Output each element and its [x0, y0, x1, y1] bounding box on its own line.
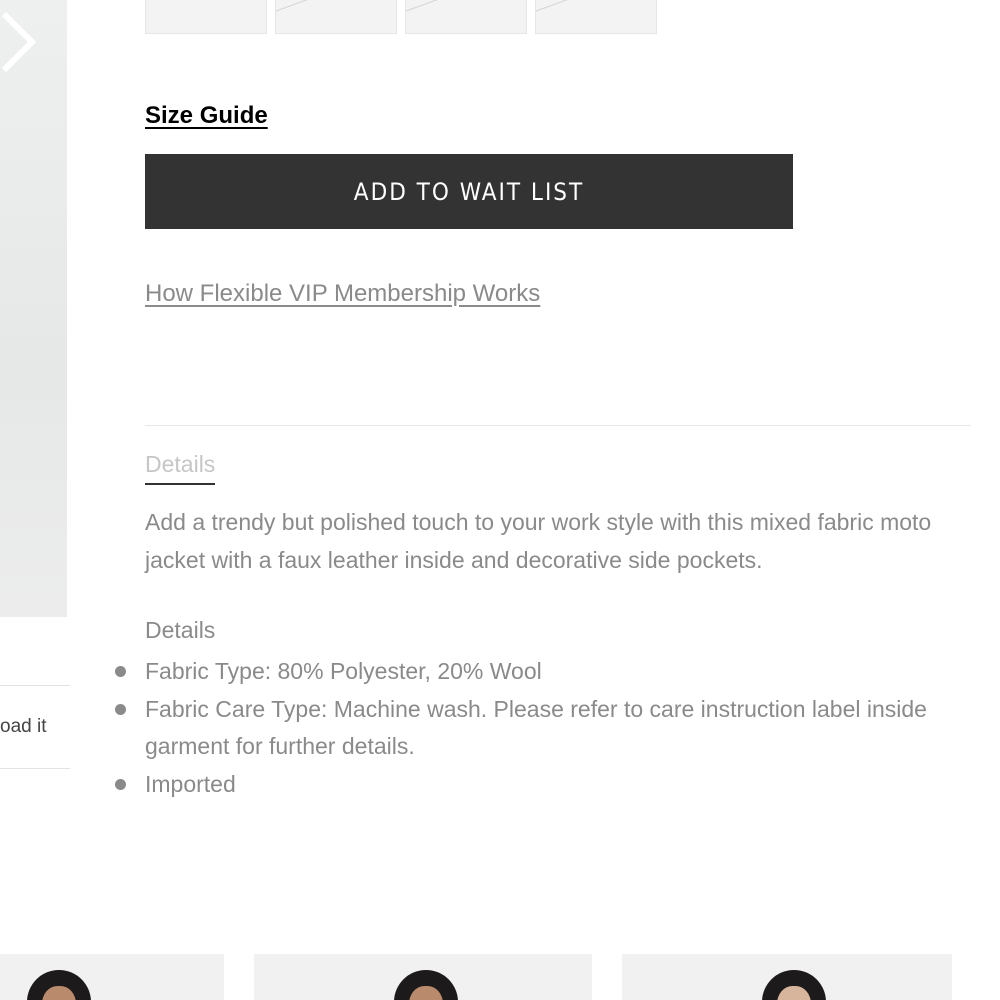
chevron-right-icon[interactable]	[0, 6, 44, 78]
size-swatch-unavailable[interactable]	[275, 0, 397, 34]
detail-text: Fabric Care Type: Machine wash. Please r…	[145, 695, 927, 760]
list-item: Fabric Care Type: Machine wash. Please r…	[115, 691, 965, 766]
left-panel-text: oad it	[0, 716, 47, 737]
bullet-icon	[115, 703, 126, 715]
bullet-icon	[115, 666, 126, 677]
divider	[0, 685, 70, 686]
add-to-wait-list-button[interactable]: ADD TO WAIT LIST	[145, 154, 793, 229]
size-swatches	[145, 0, 657, 34]
recommended-product-thumbnail[interactable]	[0, 954, 224, 1000]
vip-membership-link[interactable]: How Flexible VIP Membership Works	[145, 280, 540, 308]
product-description: Add a trendy but polished touch to your …	[145, 509, 932, 573]
divider	[0, 768, 70, 769]
list-item: Imported	[115, 766, 965, 804]
bullet-icon	[115, 778, 126, 790]
size-swatch-unavailable[interactable]	[405, 0, 527, 34]
section-divider	[145, 425, 971, 426]
size-guide-link[interactable]: Size Guide	[145, 102, 268, 130]
product-page: oad it Size Guide ADD TO WAIT LIST How F…	[0, 0, 1000, 1000]
tab-details[interactable]: Details	[145, 451, 216, 485]
product-image[interactable]	[0, 0, 67, 617]
list-item: Fabric Type: 80% Polyester, 20% Wool	[115, 653, 965, 691]
recommended-product-thumbnail[interactable]	[622, 954, 952, 1000]
details-heading: Details	[145, 617, 216, 643]
details-list: Fabric Type: 80% Polyester, 20% Wool Fab…	[115, 653, 965, 804]
size-swatch[interactable]	[145, 0, 267, 34]
recommended-product-thumbnail[interactable]	[254, 954, 592, 1000]
size-swatch-unavailable[interactable]	[535, 0, 657, 34]
add-to-wait-list-label: ADD TO WAIT LIST	[353, 177, 585, 206]
detail-text: Fabric Type: 80% Polyester, 20% Wool	[145, 658, 542, 684]
detail-text: Imported	[145, 770, 236, 797]
